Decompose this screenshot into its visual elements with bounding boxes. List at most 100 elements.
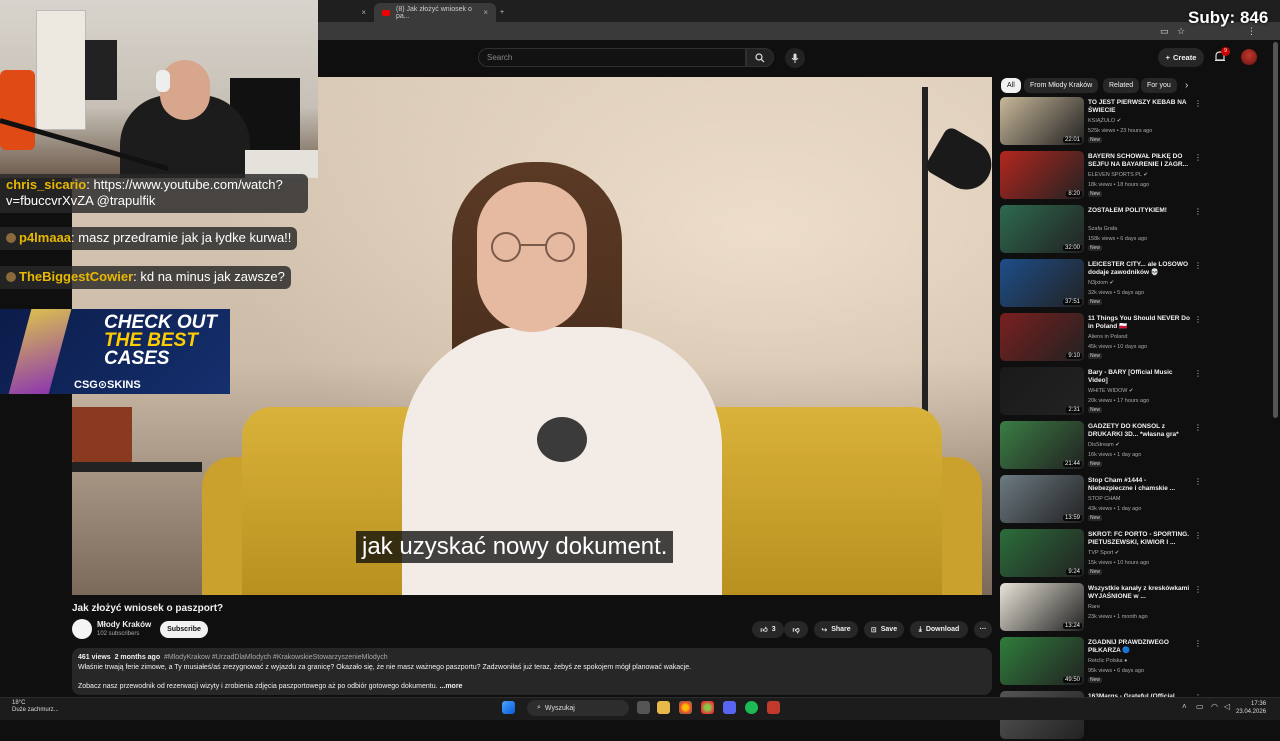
description-more-link[interactable]: ...more xyxy=(439,683,462,690)
video-thumbnail[interactable]: 21:44 xyxy=(1000,421,1084,469)
recommended-video-channel[interactable]: Rare xyxy=(1088,604,1100,610)
bookmark-star-icon[interactable]: ☆ xyxy=(1177,26,1185,37)
subscribe-button[interactable]: Subscribe xyxy=(160,621,208,638)
recommended-video-title[interactable]: BAYERN SCHOWAŁ PIŁKĘ DO SEJFU NA BAYAREN… xyxy=(1088,153,1190,169)
video-thumbnail[interactable]: 49:50 xyxy=(1000,637,1084,685)
recommended-video-channel[interactable]: Retclic Polska ● xyxy=(1088,658,1127,664)
video-menu-icon[interactable]: ⋮ xyxy=(1194,639,1202,648)
recommended-video[interactable]: 13:59 Stop Cham #1444 - Niebezpieczne i c… xyxy=(1000,475,1202,525)
recommended-video[interactable]: 8:20 BAYERN SCHOWAŁ PIŁKĘ DO SEJFU NA BAY… xyxy=(1000,151,1202,201)
chip-related[interactable]: Related xyxy=(1103,78,1140,93)
save-button[interactable]: ⊡ Save xyxy=(864,621,904,638)
recommended-video-channel[interactable]: ELEVEN SPORTS PL ✔ xyxy=(1088,172,1148,178)
chevron-right-icon[interactable]: › xyxy=(1185,80,1188,91)
wifi-icon[interactable]: ◠ xyxy=(1211,702,1218,711)
more-actions-button[interactable]: ··· xyxy=(974,621,992,638)
video-menu-icon[interactable]: ⋮ xyxy=(1194,153,1202,162)
discord-icon[interactable] xyxy=(723,701,736,714)
recommended-video[interactable]: 9:10 11 Things You Should NEVER Do in Pol… xyxy=(1000,313,1202,363)
video-thumbnail[interactable]: 9:24 xyxy=(1000,529,1084,577)
recommended-video[interactable]: 22:01 TO JEST PIERWSZY KEBAB NA ŚWIECIE KS… xyxy=(1000,97,1202,147)
browser-tab[interactable]: × xyxy=(318,3,374,22)
recommended-video[interactable]: 49:50 ZGADNIJ PRAWDZIWEGO PIŁKARZA 🔵 Retcl… xyxy=(1000,637,1202,687)
new-tab-button[interactable]: + xyxy=(496,3,512,22)
recommended-video[interactable]: 2:31 Bary - BARY [Official Music Video] WH… xyxy=(1000,367,1202,417)
channel-avatar[interactable] xyxy=(72,619,92,639)
video-thumbnail[interactable]: 8:20 xyxy=(1000,151,1084,199)
recommended-video-channel[interactable]: TVP Sport ✔ xyxy=(1088,550,1119,556)
share-button[interactable]: ↪ Share xyxy=(814,621,858,638)
search-button[interactable] xyxy=(746,48,774,67)
video-thumbnail[interactable]: 32:00 xyxy=(1000,205,1084,253)
recommended-video[interactable]: 13:24 Wszystkie kanały z kreskówkami WYJA… xyxy=(1000,583,1202,633)
recommended-video-channel[interactable]: WHITE WIDOW ✔ xyxy=(1088,388,1134,394)
start-button-icon[interactable] xyxy=(502,701,515,714)
search-input[interactable]: Search xyxy=(478,48,746,67)
hashtags[interactable]: #MlodyKrakow #UrzadDlaMlodych #Krakowski… xyxy=(164,654,388,661)
video-menu-icon[interactable]: ⋮ xyxy=(1194,585,1202,594)
video-menu-icon[interactable]: ⋮ xyxy=(1194,369,1202,378)
video-menu-icon[interactable]: ⋮ xyxy=(1194,423,1202,432)
video-thumbnail[interactable]: 13:24 xyxy=(1000,583,1084,631)
dislike-button[interactable]: 👎︎ xyxy=(784,621,808,638)
chip-for-you[interactable]: For you xyxy=(1141,78,1177,93)
video-menu-icon[interactable]: ⋮ xyxy=(1194,477,1202,486)
recommended-video-title[interactable]: TO JEST PIERWSZY KEBAB NA ŚWIECIE xyxy=(1088,99,1190,115)
like-button[interactable]: 👍︎ 3 xyxy=(752,621,784,638)
recommended-video-title[interactable]: GADŻETY DO KONSOL z DRUKARKI 3D... *włas… xyxy=(1088,423,1190,439)
video-thumbnail[interactable]: 37:51 xyxy=(1000,259,1084,307)
recommended-video-title[interactable]: Wszystkie kanały z kreskówkami WYJAŚNION… xyxy=(1088,585,1190,601)
chrome-icon[interactable] xyxy=(679,701,692,714)
video-thumbnail[interactable]: 22:01 xyxy=(1000,97,1084,145)
recommended-video-channel[interactable]: Szafa Grafa xyxy=(1088,226,1117,232)
recommended-video[interactable]: 21:44 GADŻETY DO KONSOL z DRUKARKI 3D... … xyxy=(1000,421,1202,471)
recommended-video-title[interactable]: Bary - BARY [Official Music Video] xyxy=(1088,369,1190,385)
video-menu-icon[interactable]: ⋮ xyxy=(1194,207,1202,216)
tab-close-icon[interactable]: × xyxy=(483,8,488,17)
network-icon[interactable]: ▭ xyxy=(1196,702,1204,711)
tray-expand-icon[interactable]: ˄ xyxy=(1182,702,1187,711)
volume-icon[interactable]: ◁ xyxy=(1224,702,1230,711)
recommended-video-title[interactable]: LEICESTER CITY... ale LOSOWO dodaje zawo… xyxy=(1088,261,1190,277)
recommended-video[interactable]: 9:24 SKRÓT: FC PORTO - SPORTING. PIETUSZE… xyxy=(1000,529,1202,579)
browser-tab-active[interactable]: (8) Jak złożyć wniosek o pa... × xyxy=(374,3,496,22)
recommended-video-title[interactable]: Stop Cham #1444 - Niebezpieczne i chamsk… xyxy=(1088,477,1190,493)
video-menu-icon[interactable]: ⋮ xyxy=(1194,261,1202,270)
recommended-video[interactable]: 37:51 LEICESTER CITY... ale LOSOWO dodaje… xyxy=(1000,259,1202,309)
create-button[interactable]: + Create xyxy=(1158,48,1204,67)
recommended-video-channel[interactable]: DisStream ✔ xyxy=(1088,442,1120,448)
system-clock[interactable]: 17:36 23.04.2026 xyxy=(1236,700,1266,716)
recommended-video-channel[interactable]: N3jxiom ✔ xyxy=(1088,280,1114,286)
page-scrollbar[interactable] xyxy=(1273,42,1278,418)
channel-name[interactable]: Młody Kraków xyxy=(97,620,151,629)
spotify-icon[interactable] xyxy=(745,701,758,714)
video-menu-icon[interactable]: ⋮ xyxy=(1194,531,1202,540)
recommended-video-title[interactable]: 11 Things You Should NEVER Do in Poland … xyxy=(1088,315,1190,331)
video-thumbnail[interactable]: 13:59 xyxy=(1000,475,1084,523)
video-thumbnail[interactable]: 2:31 xyxy=(1000,367,1084,415)
video-menu-icon[interactable]: ⋮ xyxy=(1194,315,1202,324)
recommended-video-title[interactable]: ZOSTAŁEM POLITYKIEM! xyxy=(1088,207,1190,215)
brave-icon[interactable] xyxy=(767,701,780,714)
recommended-video-title[interactable]: SKRÓT: FC PORTO - SPORTING. PIETUSZEWSKI… xyxy=(1088,531,1190,547)
recommended-video-channel[interactable]: KSIĄŻULO ✔ xyxy=(1088,118,1121,124)
voice-search-button[interactable] xyxy=(785,48,805,68)
chip-from-channel[interactable]: From Młody Kraków xyxy=(1024,78,1099,93)
recommended-video-title[interactable]: ZGADNIJ PRAWDZIWEGO PIŁKARZA 🔵 xyxy=(1088,639,1190,655)
taskbar-search[interactable]: ⌕ Wyszukaj xyxy=(527,700,629,716)
video-description[interactable]: 461 views 2 months ago #MlodyKrakow #Urz… xyxy=(72,648,992,695)
file-explorer-icon[interactable] xyxy=(657,701,670,714)
chip-all[interactable]: All xyxy=(1001,78,1021,93)
weather-widget[interactable]: 18°C Duże zachmurz... xyxy=(12,700,59,714)
account-avatar[interactable] xyxy=(1241,49,1257,65)
tab-close-icon[interactable]: × xyxy=(361,8,366,17)
video-thumbnail[interactable]: 9:10 xyxy=(1000,313,1084,361)
recommended-video[interactable]: 32:00 ZOSTAŁEM POLITYKIEM! Szafa Grafa 158k… xyxy=(1000,205,1202,255)
video-menu-icon[interactable]: ⋮ xyxy=(1194,99,1202,108)
recommended-video-channel[interactable]: STOP CHAM xyxy=(1088,496,1121,502)
task-view-icon[interactable] xyxy=(637,701,650,714)
install-icon[interactable]: ▭ xyxy=(1160,26,1169,37)
download-button[interactable]: ⤓ Download xyxy=(910,621,968,638)
recommended-video-channel[interactable]: Aliens in Poland xyxy=(1088,334,1127,340)
chrome-profile-icon[interactable] xyxy=(701,701,714,714)
